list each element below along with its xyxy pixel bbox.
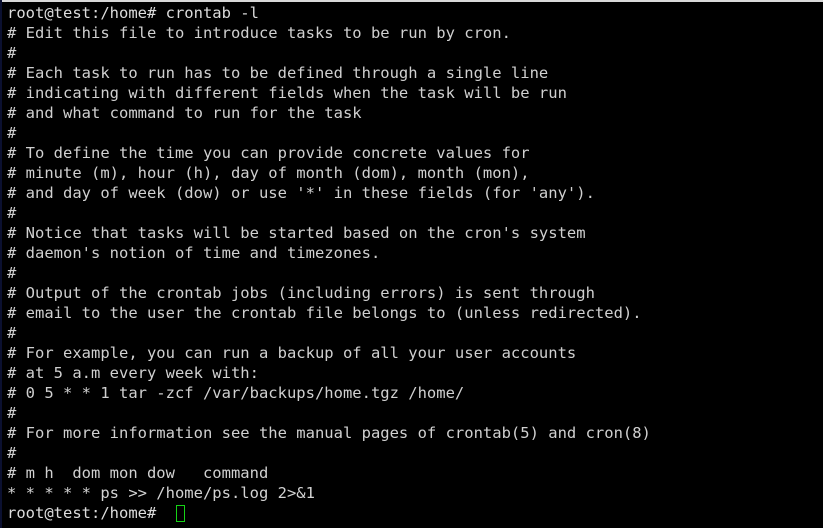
crontab-comment-line: # [7,324,17,342]
crontab-comment-line: # [7,444,17,462]
command-prompt-line: root@test:/home# crontab -l [7,4,259,22]
block-cursor [175,504,185,522]
crontab-output: # Edit this file to introduce tasks to b… [7,23,823,503]
crontab-comment-line: # Output of the crontab jobs (including … [7,284,595,302]
crontab-comment-line: # and day of week (dow) or use '*' in th… [7,184,595,202]
crontab-comment-line: # indicating with different fields when … [7,84,567,102]
crontab-comment-line: # [7,124,17,142]
crontab-comment-line: # [7,404,17,422]
crontab-comment-line: # daemon's notion of time and timezones. [7,244,381,262]
crontab-comment-line: # minute (m), hour (h), day of month (do… [7,164,530,182]
final-prompt-text: root@test:/home# [7,504,166,522]
terminal-screen[interactable]: root@test:/home# crontab -l # Edit this … [2,2,823,528]
crontab-comment-line: # email to the user the crontab file bel… [7,304,642,322]
crontab-job-line: * * * * * ps >> /home/ps.log 2>&1 [7,484,315,502]
crontab-comment-line: # [7,264,17,282]
crontab-comment-line: # [7,204,17,222]
final-prompt-line[interactable]: root@test:/home# [7,503,823,523]
crontab-comment-line: # For more information see the manual pa… [7,424,651,442]
crontab-comment-line: # at 5 a.m every week with: [7,364,259,382]
crontab-comment-line: # and what command to run for the task [7,104,362,122]
crontab-comment-line: # Edit this file to introduce tasks to b… [7,24,511,42]
crontab-comment-line: # To define the time you can provide con… [7,144,530,162]
crontab-comment-line: # Notice that tasks will be started base… [7,224,586,242]
crontab-comment-line: # Each task to run has to be defined thr… [7,64,549,82]
crontab-comment-line: # m h dom mon dow command [7,464,269,482]
crontab-comment-line: # For example, you can run a backup of a… [7,344,577,362]
terminal-window[interactable]: root@test:/home# crontab -l # Edit this … [0,0,823,528]
window-left-edge-decoration [0,0,2,528]
crontab-comment-line: # [7,44,17,62]
crontab-comment-line: # 0 5 * * 1 tar -zcf /var/backups/home.t… [7,384,465,402]
window-top-edge-decoration [0,0,823,2]
